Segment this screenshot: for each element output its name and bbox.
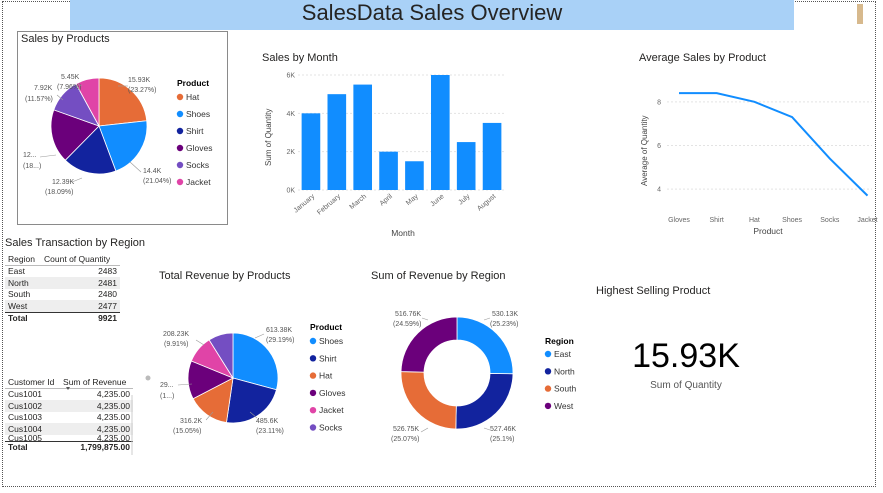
leader-line [483, 317, 491, 321]
donut-legend-marker [544, 402, 552, 410]
donut-slice-north[interactable] [455, 373, 514, 430]
donut-legend-marker [544, 368, 552, 375]
donut-slice-south[interactable] [400, 371, 457, 430]
donut-legend-title: Region [545, 336, 574, 346]
donut-label-pct: (25.1%) [490, 436, 515, 443]
donut-label-value: 530.13K [492, 311, 518, 318]
donut-legend-item[interactable]: West [554, 401, 574, 411]
highest-selling-label: Sum of Quantity [650, 380, 722, 391]
revenue-by-region-chart[interactable]: 530.13K (25.23%) 527.46K (25.1%) 526.75K… [0, 0, 883, 493]
donut-legend-item[interactable]: North [554, 366, 575, 376]
revenue-by-region-donut[interactable] [400, 316, 514, 430]
donut-legend-item[interactable]: East [554, 349, 572, 359]
donut-label-value: 526.75K [393, 426, 419, 433]
leader-line [420, 427, 429, 433]
donut-label-value: 527.46K [490, 426, 516, 433]
donut-legend-marker [544, 350, 552, 358]
donut-label-pct: (24.59%) [393, 321, 421, 328]
donut-legend[interactable]: East North South West [544, 349, 577, 411]
donut-label-pct: (25.23%) [490, 321, 518, 328]
highest-selling-value: 15.93K [632, 337, 740, 375]
leader-line [421, 317, 429, 321]
donut-legend-marker [544, 385, 552, 392]
donut-label-value: 516.76K [395, 311, 421, 318]
donut-legend-item[interactable]: South [554, 384, 576, 394]
donut-label-pct: (25.07%) [391, 436, 419, 443]
highest-selling-title: Highest Selling Product [596, 285, 711, 297]
